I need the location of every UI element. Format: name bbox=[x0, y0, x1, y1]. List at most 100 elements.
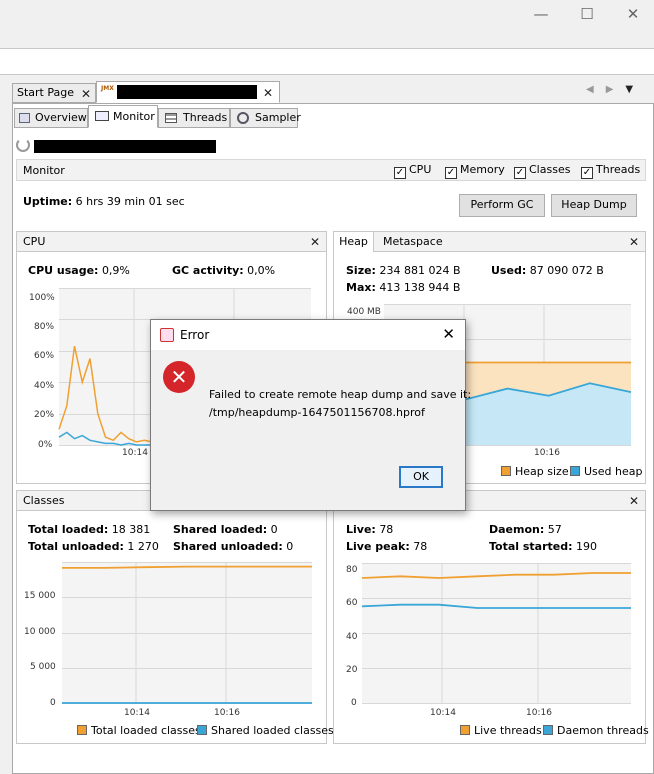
classes-ytick: 0 bbox=[50, 698, 56, 708]
heap-size: Size: 234 881 024 B bbox=[346, 264, 461, 277]
perform-gc-button[interactable]: Perform GC bbox=[459, 194, 545, 217]
jmx-icon: JMX bbox=[101, 85, 114, 92]
dialog-titlebar: Error ✕ bbox=[151, 320, 465, 350]
legend-swatch-orange bbox=[501, 466, 511, 476]
cpu-ytick: 0% bbox=[38, 440, 53, 450]
heap-max-value: 413 138 944 B bbox=[379, 281, 461, 294]
tab-threads[interactable]: Threads bbox=[158, 108, 230, 128]
error-dialog: Error ✕ ✕ Failed to create remote heap d… bbox=[150, 319, 471, 511]
checkbox-classes[interactable]: ✓ Classes bbox=[514, 163, 570, 179]
legend-shared-loaded: Shared loaded classes bbox=[197, 724, 334, 737]
close-icon[interactable]: ✕ bbox=[629, 236, 639, 248]
tab-monitor-label: Monitor bbox=[113, 110, 155, 123]
dialog-message-line2: /tmp/heapdump-1647501156708.hprof bbox=[209, 406, 425, 419]
shared-loaded-label: Shared loaded: bbox=[173, 523, 268, 536]
heap-size-label: Size: bbox=[346, 264, 376, 277]
cpu-ytick: 100% bbox=[29, 293, 55, 303]
monitor-icon bbox=[95, 111, 109, 121]
heap-panel-header: Heap Metaspace ✕ bbox=[334, 232, 645, 252]
heap-dump-button[interactable]: Heap Dump bbox=[551, 194, 637, 217]
sampler-icon bbox=[237, 112, 249, 124]
checkbox-cpu[interactable]: ✓ CPU bbox=[394, 163, 431, 179]
tab-sampler-label: Sampler bbox=[255, 111, 301, 124]
live-peak-label: Live peak: bbox=[346, 540, 410, 553]
legend-heap-size-label: Heap size bbox=[515, 465, 569, 478]
close-icon[interactable]: ✕ bbox=[263, 87, 273, 99]
minimize-button[interactable]: — bbox=[518, 0, 564, 30]
threads-ytick: 60 bbox=[346, 598, 358, 608]
live-peak: Live peak: 78 bbox=[346, 540, 427, 553]
cpu-panel-title: CPU bbox=[23, 235, 46, 248]
daemon-label: Daemon: bbox=[489, 523, 545, 536]
legend-swatch-orange bbox=[77, 725, 87, 735]
legend-shared-loaded-label: Shared loaded classes bbox=[211, 724, 334, 737]
cpu-ytick: 40% bbox=[34, 381, 55, 391]
legend-daemon-threads-label: Daemon threads bbox=[557, 724, 649, 737]
legend-total-loaded: Total loaded classes bbox=[77, 724, 201, 737]
total-loaded-value: 18 381 bbox=[111, 523, 151, 536]
cpu-usage: CPU usage: 0,9% bbox=[28, 264, 130, 277]
checkbox-threads[interactable]: ✓ Threads bbox=[581, 163, 640, 179]
daemon-value: 57 bbox=[547, 523, 562, 536]
total-unloaded-value: 1 270 bbox=[127, 540, 159, 553]
heap-size-value: 234 881 024 B bbox=[379, 264, 461, 277]
checkbox-memory[interactable]: ✓ Memory bbox=[445, 163, 505, 179]
tab-heap[interactable]: Heap bbox=[334, 232, 374, 252]
threads-ytick: 20 bbox=[346, 665, 358, 675]
classes-xtick: 10:14 bbox=[124, 708, 150, 718]
total-loaded: Total loaded: 18 381 bbox=[28, 523, 150, 536]
close-icon[interactable]: ✕ bbox=[310, 236, 320, 248]
dialog-close-icon[interactable]: ✕ bbox=[442, 325, 455, 343]
tab-start-page[interactable]: Start Page ✕ bbox=[12, 83, 96, 103]
live-peak-value: 78 bbox=[413, 540, 428, 553]
dialog-message-line1: Failed to create remote heap dump and sa… bbox=[209, 388, 472, 401]
live-value: 78 bbox=[379, 523, 394, 536]
live-threads: Live: 78 bbox=[346, 523, 393, 536]
classes-chart bbox=[62, 562, 312, 704]
monitor-title: Monitor bbox=[23, 164, 65, 177]
close-icon[interactable]: ✕ bbox=[81, 88, 91, 100]
gc-activity-label: GC activity: bbox=[172, 264, 244, 277]
close-window-button[interactable]: ✕ bbox=[610, 0, 654, 30]
classes-chart-bg bbox=[62, 562, 312, 703]
gc-activity: GC activity: 0,0% bbox=[172, 264, 275, 277]
uptime-label: Uptime: bbox=[23, 195, 73, 208]
tab-application[interactable]: JMX ✕ bbox=[96, 81, 280, 103]
heap-used-value: 87 090 072 B bbox=[529, 264, 604, 277]
classes-ytick: 10 000 bbox=[24, 627, 56, 637]
legend-used-heap: Used heap bbox=[570, 465, 643, 478]
legend-swatch-blue bbox=[543, 725, 553, 735]
legend-total-loaded-label: Total loaded classes bbox=[91, 724, 201, 737]
total-loaded-label: Total loaded: bbox=[28, 523, 109, 536]
tab-sampler[interactable]: Sampler bbox=[230, 108, 301, 128]
tab-metaspace[interactable]: Metaspace bbox=[383, 232, 443, 251]
cpu-ytick: 80% bbox=[34, 322, 55, 332]
tab-overview-label: Overview bbox=[35, 111, 87, 124]
ok-button[interactable]: OK bbox=[399, 466, 443, 488]
tab-nav-arrows[interactable]: ◀▶▼ bbox=[586, 84, 645, 95]
threads-ytick: 80 bbox=[346, 565, 358, 575]
checkbox-check-icon: ✓ bbox=[514, 167, 526, 179]
heap-used: Used: 87 090 072 B bbox=[491, 264, 604, 277]
maximize-button[interactable]: ☐ bbox=[564, 0, 610, 30]
tab-overview[interactable]: Overview bbox=[14, 108, 88, 128]
tab-monitor[interactable]: Monitor bbox=[88, 105, 158, 128]
cpu-usage-value: 0,9% bbox=[101, 264, 130, 277]
toolbar bbox=[0, 49, 654, 75]
app-icon bbox=[160, 328, 174, 342]
legend-live-threads: Live threads bbox=[460, 724, 542, 737]
redacted-app-name bbox=[34, 140, 216, 153]
uptime-value: 6 hrs 39 min 01 sec bbox=[75, 195, 185, 208]
cpu-xtick: 10:14 bbox=[122, 448, 148, 458]
checkbox-memory-label: Memory bbox=[460, 163, 505, 176]
legend-heap-size: Heap size bbox=[501, 465, 569, 478]
overview-icon bbox=[19, 113, 30, 123]
dialog-title: Error bbox=[180, 328, 210, 342]
threads-ytick: 40 bbox=[346, 632, 358, 642]
classes-panel-title: Classes bbox=[23, 494, 65, 507]
cpu-panel-header: CPU ✕ bbox=[17, 232, 326, 252]
close-icon[interactable]: ✕ bbox=[629, 495, 639, 507]
checkbox-check-icon: ✓ bbox=[394, 167, 406, 179]
heap-xtick: 10:16 bbox=[534, 448, 560, 458]
shared-loaded-value: 0 bbox=[270, 523, 278, 536]
